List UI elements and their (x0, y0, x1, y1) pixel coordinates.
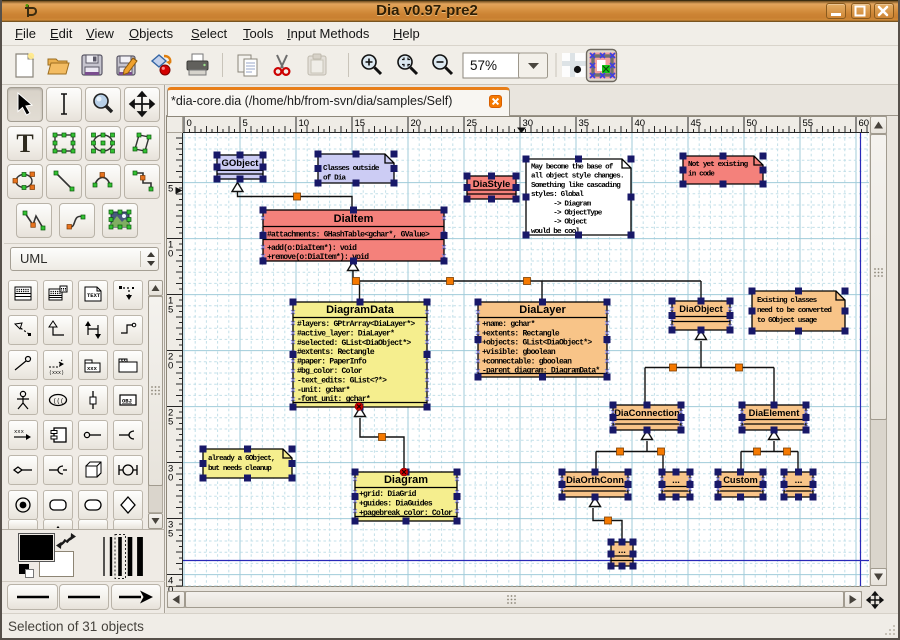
svg-text:#paper: PaperInfo: #paper: PaperInfo (297, 358, 367, 367)
svg-text:#active_layer: DiaLayer*: #active_layer: DiaLayer* (297, 329, 394, 338)
svg-text:-> ObjectType: -> ObjectType (531, 210, 603, 218)
svg-text:all object style changes.: all object style changes. (531, 173, 624, 181)
svg-text:-> Diagram: -> Diagram (531, 200, 592, 208)
svg-text:+visible: gboolean: +visible: gboolean (482, 348, 556, 357)
svg-text:DiagramData: DiagramData (326, 304, 395, 316)
svg-text:#layers: GPtrArray<DiaLayer*>: #layers: GPtrArray<DiaLayer*> (297, 320, 415, 329)
svg-text:...: ... (672, 475, 680, 485)
svg-text:to GObject usage: to GObject usage (757, 317, 818, 325)
svg-text:Existing classes: Existing classes (757, 297, 818, 305)
svg-text:DiaObject: DiaObject (679, 304, 722, 314)
svg-text:already a GObject,: already a GObject, (208, 455, 275, 463)
svg-text:+extents: Rectangle: +extents: Rectangle (482, 329, 560, 338)
svg-text:#bg_color: Color: #bg_color: Color (297, 367, 363, 376)
svg-text:+guides: DiaGuides: +guides: DiaGuides (359, 500, 433, 509)
svg-text:Classes outside: Classes outside (323, 165, 380, 173)
svg-text:DiaLayer: DiaLayer (519, 304, 566, 316)
svg-text:+add(o:DiaItem*): void: +add(o:DiaItem*): void (267, 244, 357, 253)
svg-text:#attachments: GHashTable<gchar: #attachments: GHashTable<gchar*, GValue> (267, 231, 430, 240)
svg-text:May become the base of: May become the base of (531, 164, 614, 172)
svg-text:+pagebreak_color: Color: +pagebreak_color: Color (359, 509, 453, 518)
svg-text:-text_edits: GList<?*>: -text_edits: GList<?*> (297, 376, 387, 385)
svg-text:of Dia: of Dia (323, 174, 347, 182)
svg-text:Custom: Custom (723, 475, 758, 485)
svg-text:...: ... (618, 545, 626, 555)
svg-text:need to be converted: need to be converted (757, 307, 832, 315)
svg-text:DiaConnection: DiaConnection (614, 408, 680, 418)
svg-text:+connectable: gboolean: +connectable: gboolean (482, 357, 572, 366)
svg-text:-> Object: -> Object (531, 219, 587, 227)
svg-text:DiaElement: DiaElement (749, 408, 800, 418)
svg-text:DiaOrthConn: DiaOrthConn (566, 475, 624, 485)
svg-text:styles: Global: styles: Global (531, 191, 584, 199)
svg-text:Not yet existing: Not yet existing (688, 161, 749, 169)
svg-text:...: ... (795, 475, 803, 485)
svg-text:DiaStyle: DiaStyle (473, 179, 511, 190)
svg-text:#selected: GList<DiaObject*>: #selected: GList<DiaObject*> (297, 339, 411, 348)
svg-text:in code: in code (688, 171, 715, 179)
svg-text:Something like cascading: Something like cascading (531, 182, 621, 190)
svg-text:+name: gchar*: +name: gchar* (482, 320, 535, 329)
svg-text:Diagram: Diagram (384, 474, 428, 486)
svg-text:#extents: Rectangle: #extents: Rectangle (297, 348, 375, 357)
svg-text:DiaItem: DiaItem (334, 213, 374, 225)
svg-text:+grid: DiaGrid: +grid: DiaGrid (359, 490, 417, 499)
svg-text:but needs cleanup: but needs cleanup (208, 465, 272, 473)
svg-text:+objects: GList<DiaObject*>: +objects: GList<DiaObject*> (482, 339, 592, 348)
svg-text:GObject: GObject (222, 158, 260, 169)
svg-text:-unit: gchar*: -unit: gchar* (297, 386, 350, 395)
